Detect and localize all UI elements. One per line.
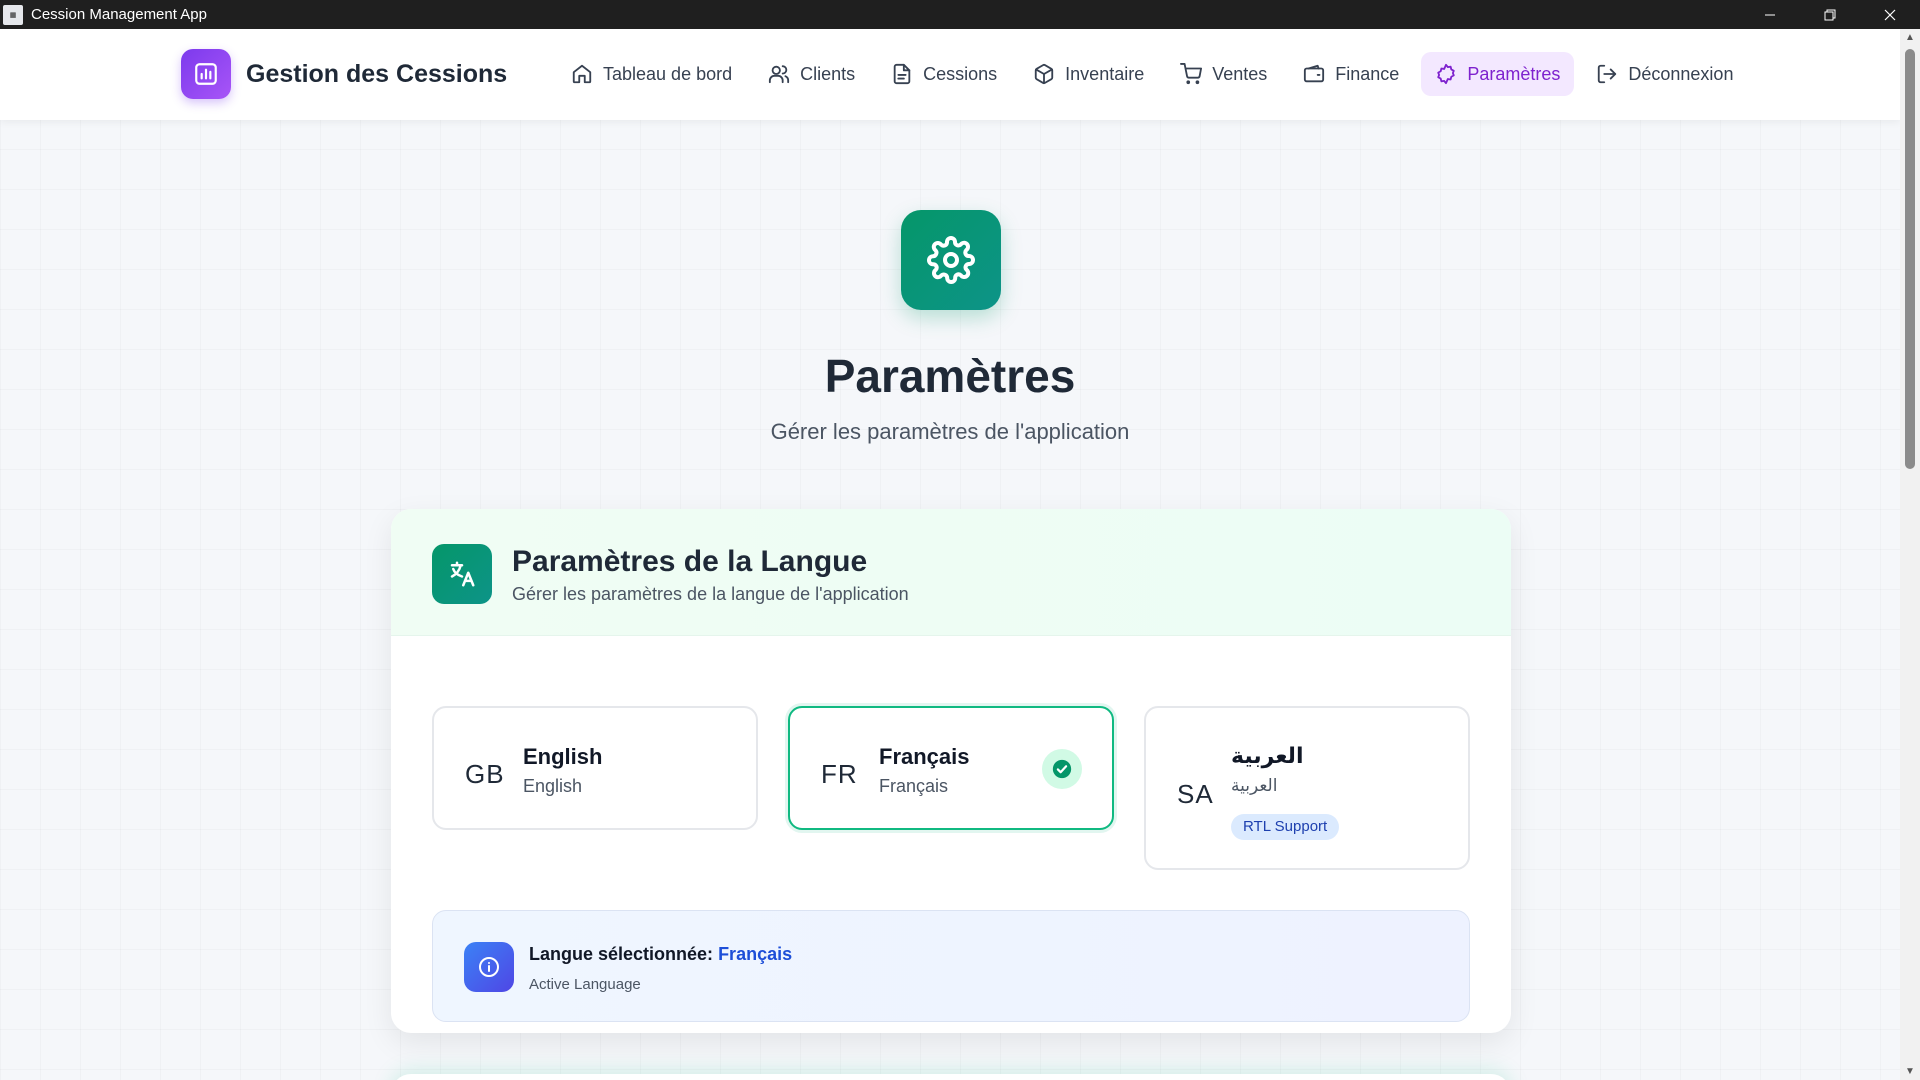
nav-item-tableau-de-bord[interactable]: Tableau de bord bbox=[557, 52, 746, 96]
file-icon bbox=[893, 63, 911, 85]
nav-item-cessions[interactable]: Cessions bbox=[877, 52, 1011, 96]
page-title: Paramètres bbox=[824, 350, 1076, 402]
nav-label: Inventaire bbox=[1065, 63, 1145, 84]
window-titlebar: ▦ Cession Management App bbox=[0, 0, 1920, 29]
language-option-arabic[interactable]: SA العربية العربية RTL Support bbox=[1144, 706, 1470, 870]
vertical-scrollbar[interactable]: ▲ ▼ bbox=[1900, 29, 1920, 1080]
info-icon bbox=[464, 942, 514, 992]
scroll-up-arrow-icon[interactable]: ▲ bbox=[1900, 29, 1920, 46]
nav-item-finance[interactable]: Finance bbox=[1289, 52, 1413, 96]
page-content: Gestion des Cessions Tableau de bord Cli… bbox=[0, 29, 1900, 1080]
nav-menu: Tableau de bord Clients Cessions Inventa… bbox=[557, 52, 1755, 96]
language-name: العربية bbox=[1231, 744, 1304, 769]
scrollbar-thumb[interactable] bbox=[1905, 49, 1915, 469]
wallet-icon bbox=[1304, 64, 1325, 83]
window-controls bbox=[1740, 0, 1920, 29]
scroll-down-arrow-icon[interactable]: ▼ bbox=[1900, 1063, 1920, 1080]
card-header: Paramètres de la Langue Gérer les paramè… bbox=[391, 509, 1511, 636]
language-settings-card: Paramètres de la Langue Gérer les paramè… bbox=[391, 509, 1511, 1033]
nav-item-inventaire[interactable]: Inventaire bbox=[1019, 52, 1158, 96]
nav-label: Clients bbox=[800, 63, 856, 84]
close-button[interactable] bbox=[1860, 0, 1920, 29]
nav-label: Ventes bbox=[1212, 63, 1268, 84]
nav-label: Paramètres bbox=[1467, 63, 1561, 84]
nav-item-ventes[interactable]: Ventes bbox=[1166, 52, 1281, 96]
next-settings-card bbox=[391, 1074, 1511, 1080]
users-icon bbox=[769, 65, 790, 84]
nav-label: Tableau de bord bbox=[603, 63, 733, 84]
home-icon bbox=[572, 64, 592, 84]
nav-label: Cessions bbox=[923, 63, 998, 84]
language-code: FR bbox=[821, 759, 858, 789]
page-subtitle: Gérer les paramètres de l'application bbox=[770, 419, 1130, 444]
nav-item-parametres[interactable]: Paramètres bbox=[1421, 52, 1575, 96]
language-option-francais[interactable]: FR Français Français bbox=[788, 706, 1114, 830]
brand-name: Gestion des Cessions bbox=[246, 59, 508, 88]
language-option-english[interactable]: GB English English bbox=[432, 706, 758, 830]
selected-language-line: Langue sélectionnée: Français bbox=[529, 944, 792, 965]
check-circle-icon bbox=[1042, 749, 1082, 789]
selected-language-label: Langue sélectionnée: bbox=[529, 944, 714, 964]
selected-language-info: Langue sélectionnée: Français Active Lan… bbox=[432, 910, 1470, 1022]
nav-item-deconnexion[interactable]: Déconnexion bbox=[1582, 52, 1747, 96]
window-title: Cession Management App bbox=[31, 6, 207, 23]
minimize-button[interactable] bbox=[1740, 0, 1800, 29]
language-name: Français bbox=[879, 744, 970, 769]
language-code: GB bbox=[465, 759, 505, 789]
language-name: English bbox=[523, 744, 603, 769]
language-native-name: Français bbox=[879, 776, 949, 796]
bar-chart-icon bbox=[181, 49, 231, 99]
restore-button[interactable] bbox=[1800, 0, 1860, 29]
logout-icon bbox=[1598, 64, 1617, 84]
card-subtitle: Gérer les paramètres de la langue de l'a… bbox=[512, 584, 909, 604]
top-navbar: Gestion des Cessions Tableau de bord Cli… bbox=[0, 29, 1900, 120]
nav-item-clients[interactable]: Clients bbox=[754, 52, 869, 96]
language-native-name: العربية bbox=[1231, 776, 1278, 796]
box-icon bbox=[1035, 63, 1054, 85]
card-title: Paramètres de la Langue bbox=[512, 545, 868, 578]
language-code: SA bbox=[1177, 779, 1214, 809]
brand[interactable]: Gestion des Cessions bbox=[181, 49, 507, 99]
selected-language-value: Français bbox=[718, 944, 793, 964]
rtl-support-badge: RTL Support bbox=[1231, 814, 1340, 840]
app-icon: ▦ bbox=[3, 4, 23, 25]
cart-icon bbox=[1180, 63, 1203, 85]
active-language-caption: Active Language bbox=[529, 976, 641, 993]
nav-label: Finance bbox=[1335, 63, 1400, 84]
settings-icon bbox=[1437, 63, 1456, 85]
nav-label: Déconnexion bbox=[1628, 63, 1734, 84]
translate-icon bbox=[432, 544, 492, 604]
gear-icon bbox=[901, 210, 1001, 310]
language-native-name: English bbox=[523, 776, 583, 796]
